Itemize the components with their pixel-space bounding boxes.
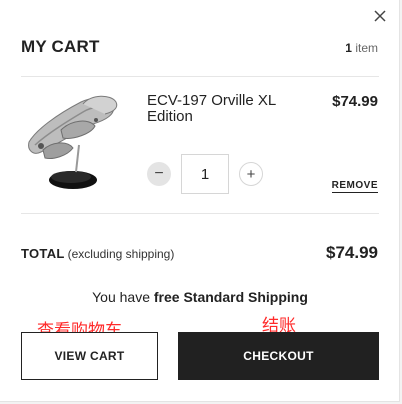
- shipping-message: You have free Standard Shipping: [0, 289, 400, 305]
- mini-cart-panel: MY CART 1 item ECV-197 Orville XL Editio…: [0, 0, 400, 402]
- item-count: 1 item: [345, 41, 378, 55]
- quantity-decrease-button[interactable]: −: [147, 162, 171, 186]
- quantity-input[interactable]: 1: [181, 154, 229, 194]
- total-sublabel: (excluding shipping): [67, 247, 175, 261]
- starship-model-image: [28, 95, 118, 189]
- shipping-highlight: free Standard Shipping: [153, 289, 308, 305]
- checkout-button[interactable]: CHECKOUT: [178, 332, 379, 380]
- cart-title: MY CART: [21, 37, 100, 56]
- divider: [21, 213, 379, 214]
- item-count-suffix: item: [351, 41, 378, 55]
- product-price: $74.99: [332, 93, 378, 110]
- divider: [21, 76, 379, 77]
- view-cart-button[interactable]: VIEW CART: [21, 332, 158, 380]
- remove-item-link[interactable]: REMOVE: [331, 180, 378, 193]
- total-value: $74.99: [326, 243, 378, 262]
- product-name[interactable]: ECV-197 Orville XL Edition: [147, 93, 307, 125]
- quantity-increase-button[interactable]: +: [239, 162, 263, 186]
- close-icon[interactable]: [371, 7, 389, 25]
- product-thumbnail[interactable]: [21, 90, 121, 195]
- total-label-text: TOTAL: [21, 246, 65, 261]
- item-count-number: 1: [345, 41, 352, 55]
- shipping-prefix: You have: [92, 289, 154, 305]
- total-label: TOTAL (excluding shipping): [21, 246, 174, 261]
